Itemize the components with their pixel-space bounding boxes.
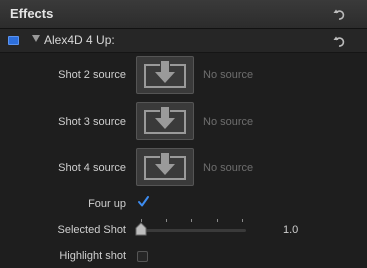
drop-arrow-icon [144, 61, 186, 88]
selected-shot-slider-track[interactable] [138, 229, 246, 232]
effect-enable-checkbox[interactable] [8, 36, 19, 45]
slider-tick [217, 219, 218, 222]
effects-header: Effects [0, 0, 367, 29]
selected-shot-value[interactable]: 1.0 [283, 224, 298, 236]
highlight-shot-checkbox[interactable] [137, 251, 148, 262]
drop-arrow-icon [144, 107, 186, 134]
shot2-status: No source [203, 69, 254, 81]
effect-row: Alex4D 4 Up: [0, 29, 367, 53]
shot3-status: No source [203, 116, 254, 128]
slider-tick [242, 219, 243, 222]
selected-shot-label: Selected Shot [57, 224, 127, 236]
four-up-label: Four up [88, 198, 126, 210]
effect-reset-icon[interactable] [332, 34, 346, 48]
reset-icon[interactable] [332, 7, 346, 21]
shot4-source-label: Shot 4 source [58, 162, 126, 174]
effects-inspector: Effects Alex4D 4 Up: Shot 2 source No so… [0, 0, 367, 268]
drop-arrow-icon [144, 153, 186, 180]
shot2-source-label: Shot 2 source [58, 69, 126, 81]
shot2-source-well[interactable] [136, 56, 194, 94]
effect-name: Alex4D 4 Up: [44, 33, 115, 47]
shot4-status: No source [203, 162, 254, 174]
shot3-source-label: Shot 3 source [58, 116, 126, 128]
shot4-source-well[interactable] [136, 148, 194, 186]
panel-title: Effects [10, 6, 54, 21]
slider-tick [191, 219, 192, 222]
disclosure-triangle-icon[interactable] [32, 35, 40, 42]
shot3-source-well[interactable] [136, 102, 194, 140]
slider-knob[interactable] [135, 222, 147, 236]
highlight-shot-label: Highlight shot [59, 250, 126, 262]
slider-tick [166, 219, 167, 222]
four-up-checkbox[interactable] [137, 195, 150, 208]
